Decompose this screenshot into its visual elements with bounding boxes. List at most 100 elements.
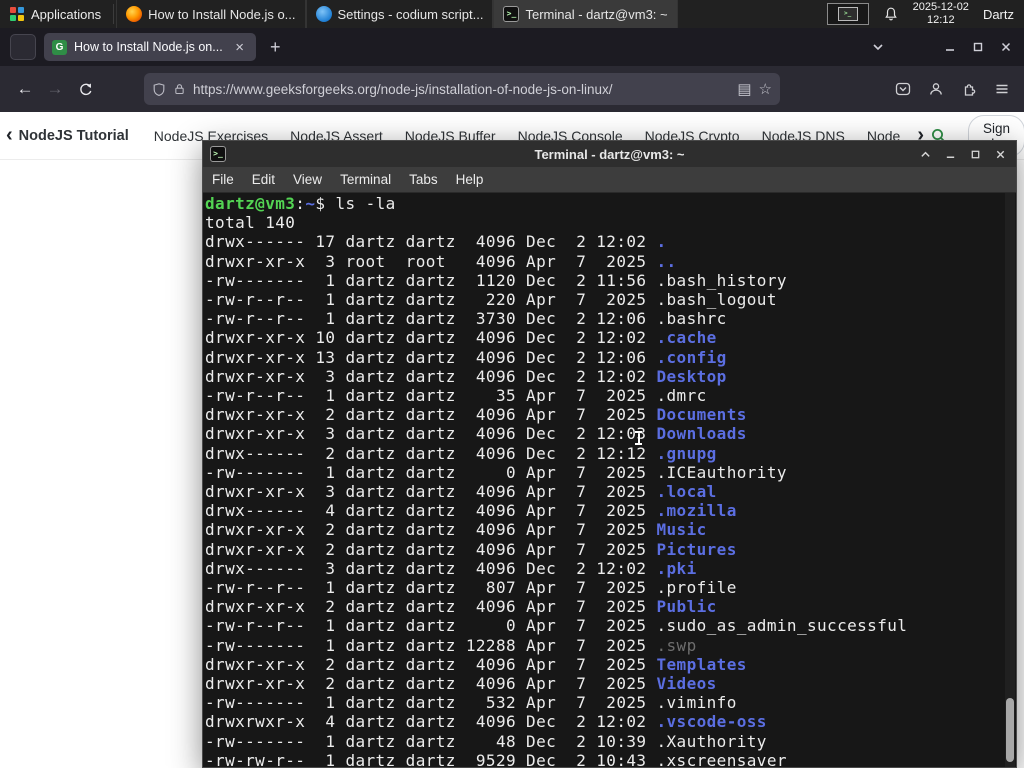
- window-close-button[interactable]: [1000, 41, 1012, 53]
- terminal-listing-line: drwxr-xr-x 2 dartz dartz 4096 Apr 7 2025…: [205, 674, 717, 694]
- taskbar-item-label: Terminal - dartz@vm3: ~: [525, 6, 668, 22]
- tracking-shield-icon[interactable]: [152, 82, 166, 97]
- toolbar-right-icons: [895, 81, 1024, 97]
- applications-menu-button[interactable]: Applications: [0, 0, 111, 28]
- panel-user-label: Dartz: [982, 6, 1014, 22]
- terminal-listing-line: drwxr-xr-x 3 dartz dartz 4096 Dec 2 12:0…: [205, 424, 747, 444]
- terminal-window-title: Terminal - dartz@vm3: ~: [534, 146, 685, 162]
- url-bar[interactable]: https://www.geeksforgeeks.org/node-js/in…: [144, 73, 780, 105]
- extensions-puzzle-icon[interactable]: [961, 81, 977, 97]
- desktop: Applications How to Install Node.js o...…: [0, 0, 1024, 768]
- menu-edit[interactable]: Edit: [243, 172, 284, 187]
- terminal-listing-line: drwx------ 17 dartz dartz 4096 Dec 2 12:…: [205, 232, 667, 252]
- window-restore-button[interactable]: [972, 41, 984, 53]
- menu-hamburger-icon[interactable]: [994, 81, 1010, 97]
- terminal-listing-line: drwx------ 2 dartz dartz 4096 Dec 2 12:1…: [205, 443, 717, 463]
- terminal-listing-line: -rw------- 1 dartz dartz 0 Apr 7 2025 .I…: [205, 462, 787, 482]
- taskbar-item-label: How to Install Node.js o...: [148, 6, 296, 22]
- terminal-listing-line: -rw-r--r-- 1 dartz dartz 3730 Dec 2 12:0…: [205, 309, 727, 329]
- firefox-icon: [126, 6, 143, 22]
- terminal-shade-button[interactable]: [920, 149, 931, 160]
- pocket-icon[interactable]: [895, 81, 911, 97]
- reload-button[interactable]: [70, 74, 100, 104]
- terminal-listing-line: -rw-rw-r-- 1 dartz dartz 9529 Dec 2 10:4…: [205, 750, 787, 767]
- reader-view-icon[interactable]: ▤: [737, 80, 751, 98]
- menu-file[interactable]: File: [203, 172, 243, 187]
- terminal-minimize-button[interactable]: [945, 149, 956, 160]
- terminal-listing-line: drwxrwxr-x 4 dartz dartz 4096 Dec 2 12:0…: [205, 712, 767, 732]
- taskbar-item-terminal[interactable]: >_ Terminal - dartz@vm3: ~: [493, 0, 678, 28]
- terminal-window-controls: [920, 149, 1016, 160]
- terminal-listing-line: -rw-r--r-- 1 dartz dartz 0 Apr 7 2025 .s…: [205, 616, 908, 636]
- taskbar-item-codium-settings[interactable]: Settings - codium script...: [305, 0, 494, 28]
- window-minimize-button[interactable]: [944, 41, 956, 53]
- terminal-listing-line: drwxr-xr-x 2 dartz dartz 4096 Apr 7 2025…: [205, 597, 717, 617]
- url-text[interactable]: https://www.geeksforgeeks.org/node-js/in…: [193, 82, 730, 97]
- terminal-icon: >_: [503, 6, 520, 22]
- account-icon[interactable]: [928, 81, 944, 97]
- terminal-output: dartz@vm3:~$ ls -la total 140 drwx------ 1…: [205, 194, 1016, 767]
- lock-icon[interactable]: [173, 82, 186, 96]
- terminal-menubar: File Edit View Terminal Tabs Help: [203, 167, 1016, 193]
- back-button[interactable]: ←: [10, 74, 40, 104]
- panel-right-area: >_ 2025-12-02 12:12 Dartz: [826, 0, 1024, 28]
- terminal-app-icon: >_: [210, 146, 226, 162]
- terminal-listing-line: drwxr-xr-x 2 dartz dartz 4096 Apr 7 2025…: [205, 654, 747, 674]
- nav-scroll-left-icon[interactable]: ‹: [0, 124, 19, 147]
- applications-label: Applications: [31, 6, 102, 22]
- terminal-prompt-line: dartz@vm3:~$ ls -la: [205, 194, 396, 213]
- terminal-window: >_ Terminal - dartz@vm3: ~ File Edit Vie…: [202, 140, 1017, 768]
- terminal-listing-line: drwx------ 3 dartz dartz 4096 Dec 2 12:0…: [205, 558, 697, 578]
- terminal-listing-line: -rw-r--r-- 1 dartz dartz 35 Apr 7 2025 .…: [205, 386, 707, 406]
- terminal-content[interactable]: dartz@vm3:~$ ls -la total 140 drwx------ 1…: [203, 193, 1016, 767]
- browser-toolbar: ← → https://www.geeksforgeeks.org/node-j…: [0, 66, 1024, 112]
- panel-separator: [113, 4, 115, 24]
- terminal-listing-line: drwxr-xr-x 3 dartz dartz 4096 Dec 2 12:0…: [205, 366, 727, 386]
- browser-tab-active[interactable]: G How to Install Node.js on... ×: [44, 33, 256, 61]
- terminal-listing-line: drwxr-xr-x 3 dartz dartz 4096 Apr 7 2025…: [205, 482, 717, 502]
- clock-date: 2025-12-02: [912, 1, 969, 14]
- taskbar-item-firefox[interactable]: How to Install Node.js o...: [116, 0, 306, 28]
- browser-tab-bar: G How to Install Node.js on... × +: [0, 28, 1024, 66]
- terminal-close-button[interactable]: [995, 149, 1006, 160]
- notification-bell-icon[interactable]: [883, 6, 899, 22]
- terminal-listing-line: -rw------- 1 dartz dartz 532 Apr 7 2025 …: [205, 693, 737, 713]
- new-tab-button[interactable]: +: [266, 36, 285, 58]
- workspace-switcher[interactable]: >_: [826, 3, 869, 25]
- list-tabs-chevron-icon[interactable]: [872, 41, 884, 53]
- bookmark-star-icon[interactable]: ☆: [759, 80, 772, 98]
- window-controls: [872, 41, 1024, 53]
- terminal-listing-line: -rw-r--r-- 1 dartz dartz 220 Apr 7 2025 …: [205, 290, 777, 310]
- menu-terminal[interactable]: Terminal: [331, 172, 400, 187]
- terminal-listing-line: drwxr-xr-x 2 dartz dartz 4096 Apr 7 2025…: [205, 539, 737, 559]
- firefox-view-icon[interactable]: [10, 34, 36, 60]
- terminal-listing-line: drwxr-xr-x 2 dartz dartz 4096 Apr 7 2025…: [205, 405, 747, 425]
- taskbar-item-label: Settings - codium script...: [337, 6, 484, 22]
- terminal-listing-line: drwxr-xr-x 13 dartz dartz 4096 Dec 2 12:…: [205, 347, 727, 367]
- terminal-listing-line: drwxr-xr-x 2 dartz dartz 4096 Apr 7 2025…: [205, 520, 707, 540]
- forward-button: →: [46, 79, 64, 98]
- tab-title: How to Install Node.js on...: [74, 40, 223, 54]
- menu-help[interactable]: Help: [447, 172, 493, 187]
- panel-clock[interactable]: 2025-12-02 12:12: [913, 1, 969, 26]
- site-favicon: G: [52, 39, 67, 55]
- tab-close-icon[interactable]: ×: [231, 38, 248, 57]
- terminal-scrollbar[interactable]: [1005, 193, 1015, 767]
- top-panel: Applications How to Install Node.js o...…: [0, 0, 1024, 28]
- applications-icon: [10, 7, 24, 21]
- clock-time: 12:12: [927, 14, 955, 26]
- terminal-listing-line: -rw------- 1 dartz dartz 12288 Apr 7 202…: [205, 635, 697, 655]
- terminal-total-line: total 140: [205, 213, 296, 233]
- menu-tabs[interactable]: Tabs: [400, 172, 447, 187]
- codium-icon: [315, 6, 332, 22]
- terminal-maximize-button[interactable]: [970, 149, 981, 160]
- terminal-listing-line: -rw------- 1 dartz dartz 48 Dec 2 10:39 …: [205, 731, 767, 751]
- terminal-titlebar[interactable]: >_ Terminal - dartz@vm3: ~: [203, 141, 1016, 167]
- terminal-listing-line: drwxr-xr-x 10 dartz dartz 4096 Dec 2 12:…: [205, 328, 717, 348]
- terminal-listing-line: drwx------ 4 dartz dartz 4096 Apr 7 2025…: [205, 501, 737, 521]
- terminal-listing-line: -rw------- 1 dartz dartz 1120 Dec 2 11:5…: [205, 270, 787, 290]
- terminal-scrollbar-thumb[interactable]: [1006, 698, 1014, 762]
- terminal-listing-line: -rw-r--r-- 1 dartz dartz 807 Apr 7 2025 …: [205, 578, 737, 598]
- menu-view[interactable]: View: [284, 172, 331, 187]
- site-nav-item-tutorial[interactable]: NodeJS Tutorial: [19, 128, 129, 144]
